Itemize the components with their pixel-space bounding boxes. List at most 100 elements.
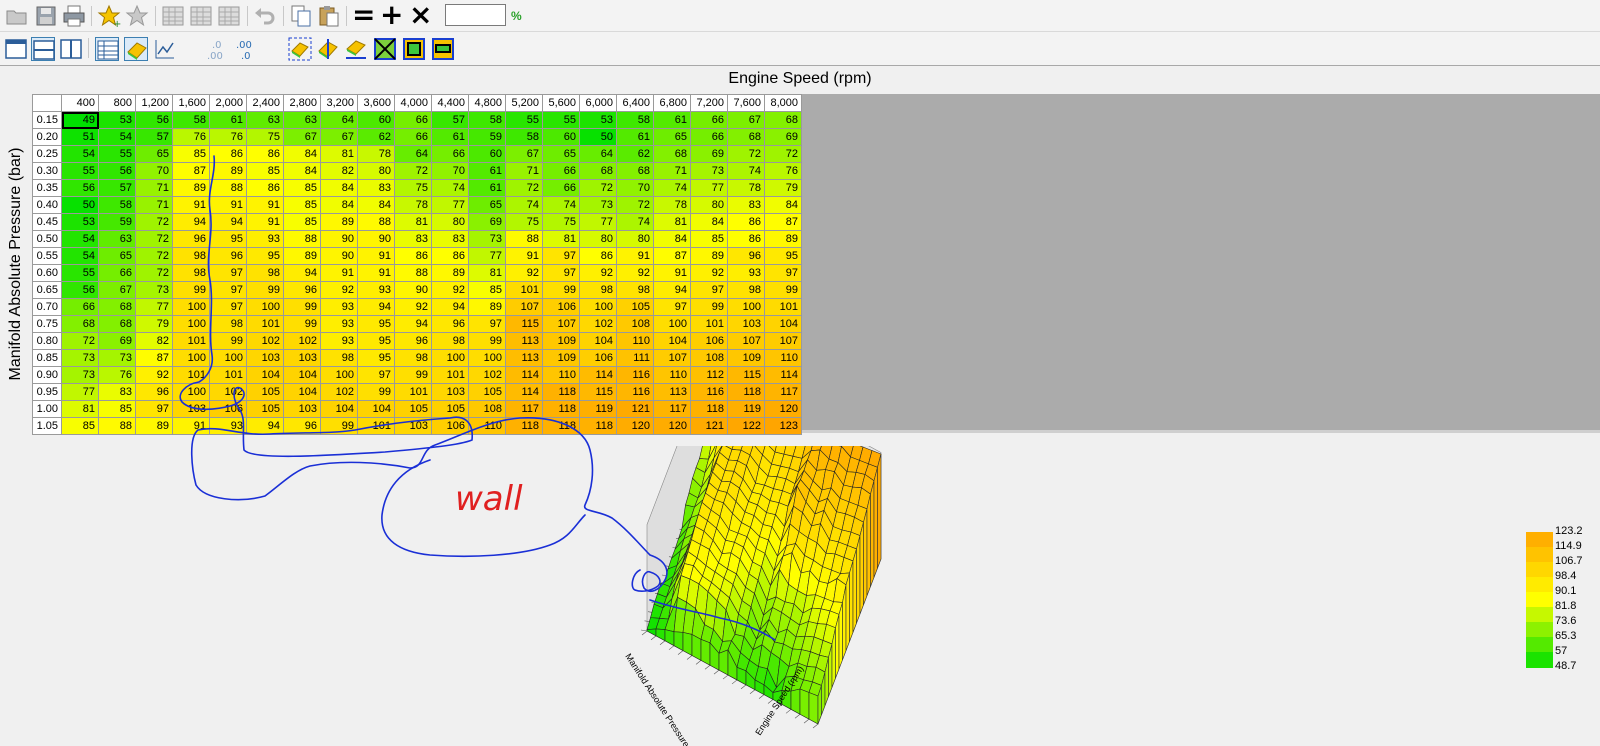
table-cell[interactable]: 100 — [469, 350, 506, 367]
table-cell[interactable]: 66 — [395, 112, 432, 129]
table-cell[interactable]: 110 — [543, 367, 580, 384]
table-cell[interactable]: 66 — [62, 299, 99, 316]
table-cell[interactable]: 67 — [728, 112, 765, 129]
table-cell[interactable]: 64 — [395, 146, 432, 163]
table-cell[interactable]: 96 — [728, 248, 765, 265]
table-cell[interactable]: 101 — [247, 316, 284, 333]
row-header[interactable]: 0.80 — [33, 333, 62, 350]
table-cell[interactable]: 65 — [654, 129, 691, 146]
table-cell[interactable]: 100 — [321, 367, 358, 384]
table-cell[interactable]: 121 — [617, 401, 654, 418]
table-cell[interactable]: 50 — [580, 129, 617, 146]
table-cell[interactable]: 123 — [765, 418, 802, 435]
table-cell[interactable]: 102 — [210, 384, 247, 401]
table-cell[interactable]: 62 — [358, 129, 395, 146]
table-cell[interactable]: 53 — [580, 112, 617, 129]
table-cell[interactable]: 56 — [62, 180, 99, 197]
row-header[interactable]: 0.30 — [33, 163, 62, 180]
table-cell[interactable]: 122 — [728, 418, 765, 435]
table-cell[interactable]: 93 — [321, 299, 358, 316]
split-horizontal-icon[interactable] — [31, 37, 55, 61]
table-cell[interactable]: 70 — [617, 180, 654, 197]
table-cell[interactable]: 110 — [654, 367, 691, 384]
table-cell[interactable]: 85 — [469, 282, 506, 299]
table-cell[interactable]: 100 — [728, 299, 765, 316]
table-cell[interactable]: 113 — [506, 333, 543, 350]
table-cell[interactable]: 93 — [728, 265, 765, 282]
table-cell[interactable]: 53 — [62, 214, 99, 231]
column-header[interactable]: 2,800 — [284, 95, 321, 112]
table-cell[interactable]: 87 — [765, 214, 802, 231]
table-cell[interactable]: 111 — [617, 350, 654, 367]
interpolate-icon[interactable] — [373, 37, 397, 61]
table-cell[interactable]: 114 — [765, 367, 802, 384]
table-cell[interactable]: 91 — [173, 197, 210, 214]
table-cell[interactable]: 95 — [247, 248, 284, 265]
interpolate-rows-icon[interactable] — [402, 37, 426, 61]
table-cell[interactable]: 100 — [210, 350, 247, 367]
table-cell[interactable]: 118 — [580, 418, 617, 435]
table-cell[interactable]: 97 — [210, 265, 247, 282]
add-favorite-icon[interactable]: + — [97, 4, 121, 28]
table-cell[interactable]: 67 — [321, 129, 358, 146]
table-cell[interactable]: 76 — [765, 163, 802, 180]
table-cell[interactable]: 58 — [469, 112, 506, 129]
table-cell[interactable]: 65 — [543, 146, 580, 163]
table-cell[interactable]: 87 — [654, 248, 691, 265]
split-vertical-icon[interactable] — [59, 37, 83, 61]
table-cell[interactable]: 73 — [469, 231, 506, 248]
table-cell[interactable]: 85 — [99, 401, 136, 418]
table-cell[interactable]: 81 — [543, 231, 580, 248]
favorite-icon[interactable] — [125, 4, 149, 28]
table-cell[interactable]: 71 — [506, 163, 543, 180]
column-header[interactable]: 4,400 — [432, 95, 469, 112]
table-cell[interactable]: 66 — [99, 265, 136, 282]
interpolate-cols-icon[interactable] — [431, 37, 455, 61]
table-cell[interactable]: 83 — [99, 384, 136, 401]
table-cell[interactable]: 79 — [136, 316, 173, 333]
table-cell[interactable]: 118 — [543, 401, 580, 418]
table-cell[interactable]: 94 — [358, 299, 395, 316]
table-cell[interactable]: 58 — [99, 197, 136, 214]
table-cell[interactable]: 55 — [62, 265, 99, 282]
row-header[interactable]: 0.15 — [33, 112, 62, 129]
table-cell[interactable]: 103 — [284, 401, 321, 418]
row-header[interactable]: 0.40 — [33, 197, 62, 214]
table-cell[interactable]: 118 — [543, 384, 580, 401]
equals-icon[interactable]: = — [352, 1, 375, 29]
table-cell[interactable]: 96 — [395, 333, 432, 350]
table-cell[interactable]: 68 — [654, 146, 691, 163]
table-cell[interactable]: 98 — [432, 333, 469, 350]
table-cell[interactable]: 99 — [691, 299, 728, 316]
table-cell[interactable]: 83 — [432, 231, 469, 248]
table-cell[interactable]: 109 — [543, 350, 580, 367]
table-cell[interactable]: 94 — [654, 282, 691, 299]
table-cell[interactable]: 117 — [506, 401, 543, 418]
table-cell[interactable]: 54 — [99, 129, 136, 146]
table-cell[interactable]: 72 — [765, 146, 802, 163]
table-cell[interactable]: 58 — [173, 112, 210, 129]
table-cell[interactable]: 104 — [358, 401, 395, 418]
table-cell[interactable]: 106 — [210, 401, 247, 418]
row-header[interactable]: 0.70 — [33, 299, 62, 316]
table-cell[interactable]: 94 — [210, 214, 247, 231]
table-cell[interactable]: 89 — [469, 299, 506, 316]
table-cell[interactable]: 57 — [136, 129, 173, 146]
table-cell[interactable]: 56 — [99, 163, 136, 180]
table-cell[interactable]: 95 — [358, 333, 395, 350]
table-cell[interactable]: 76 — [210, 129, 247, 146]
table-cell[interactable]: 99 — [173, 282, 210, 299]
table-icon-1[interactable] — [161, 4, 185, 28]
table-cell[interactable]: 109 — [728, 350, 765, 367]
column-header[interactable]: 5,600 — [543, 95, 580, 112]
table-cell[interactable]: 75 — [543, 214, 580, 231]
column-header[interactable]: 4,000 — [395, 95, 432, 112]
column-header[interactable]: 7,600 — [728, 95, 765, 112]
table-cell[interactable]: 96 — [136, 384, 173, 401]
table-cell[interactable]: 91 — [654, 265, 691, 282]
table-cell[interactable]: 91 — [247, 214, 284, 231]
table-icon-3[interactable] — [217, 4, 241, 28]
table-cell[interactable]: 71 — [654, 163, 691, 180]
column-header[interactable]: 4,800 — [469, 95, 506, 112]
table-cell[interactable]: 92 — [506, 265, 543, 282]
